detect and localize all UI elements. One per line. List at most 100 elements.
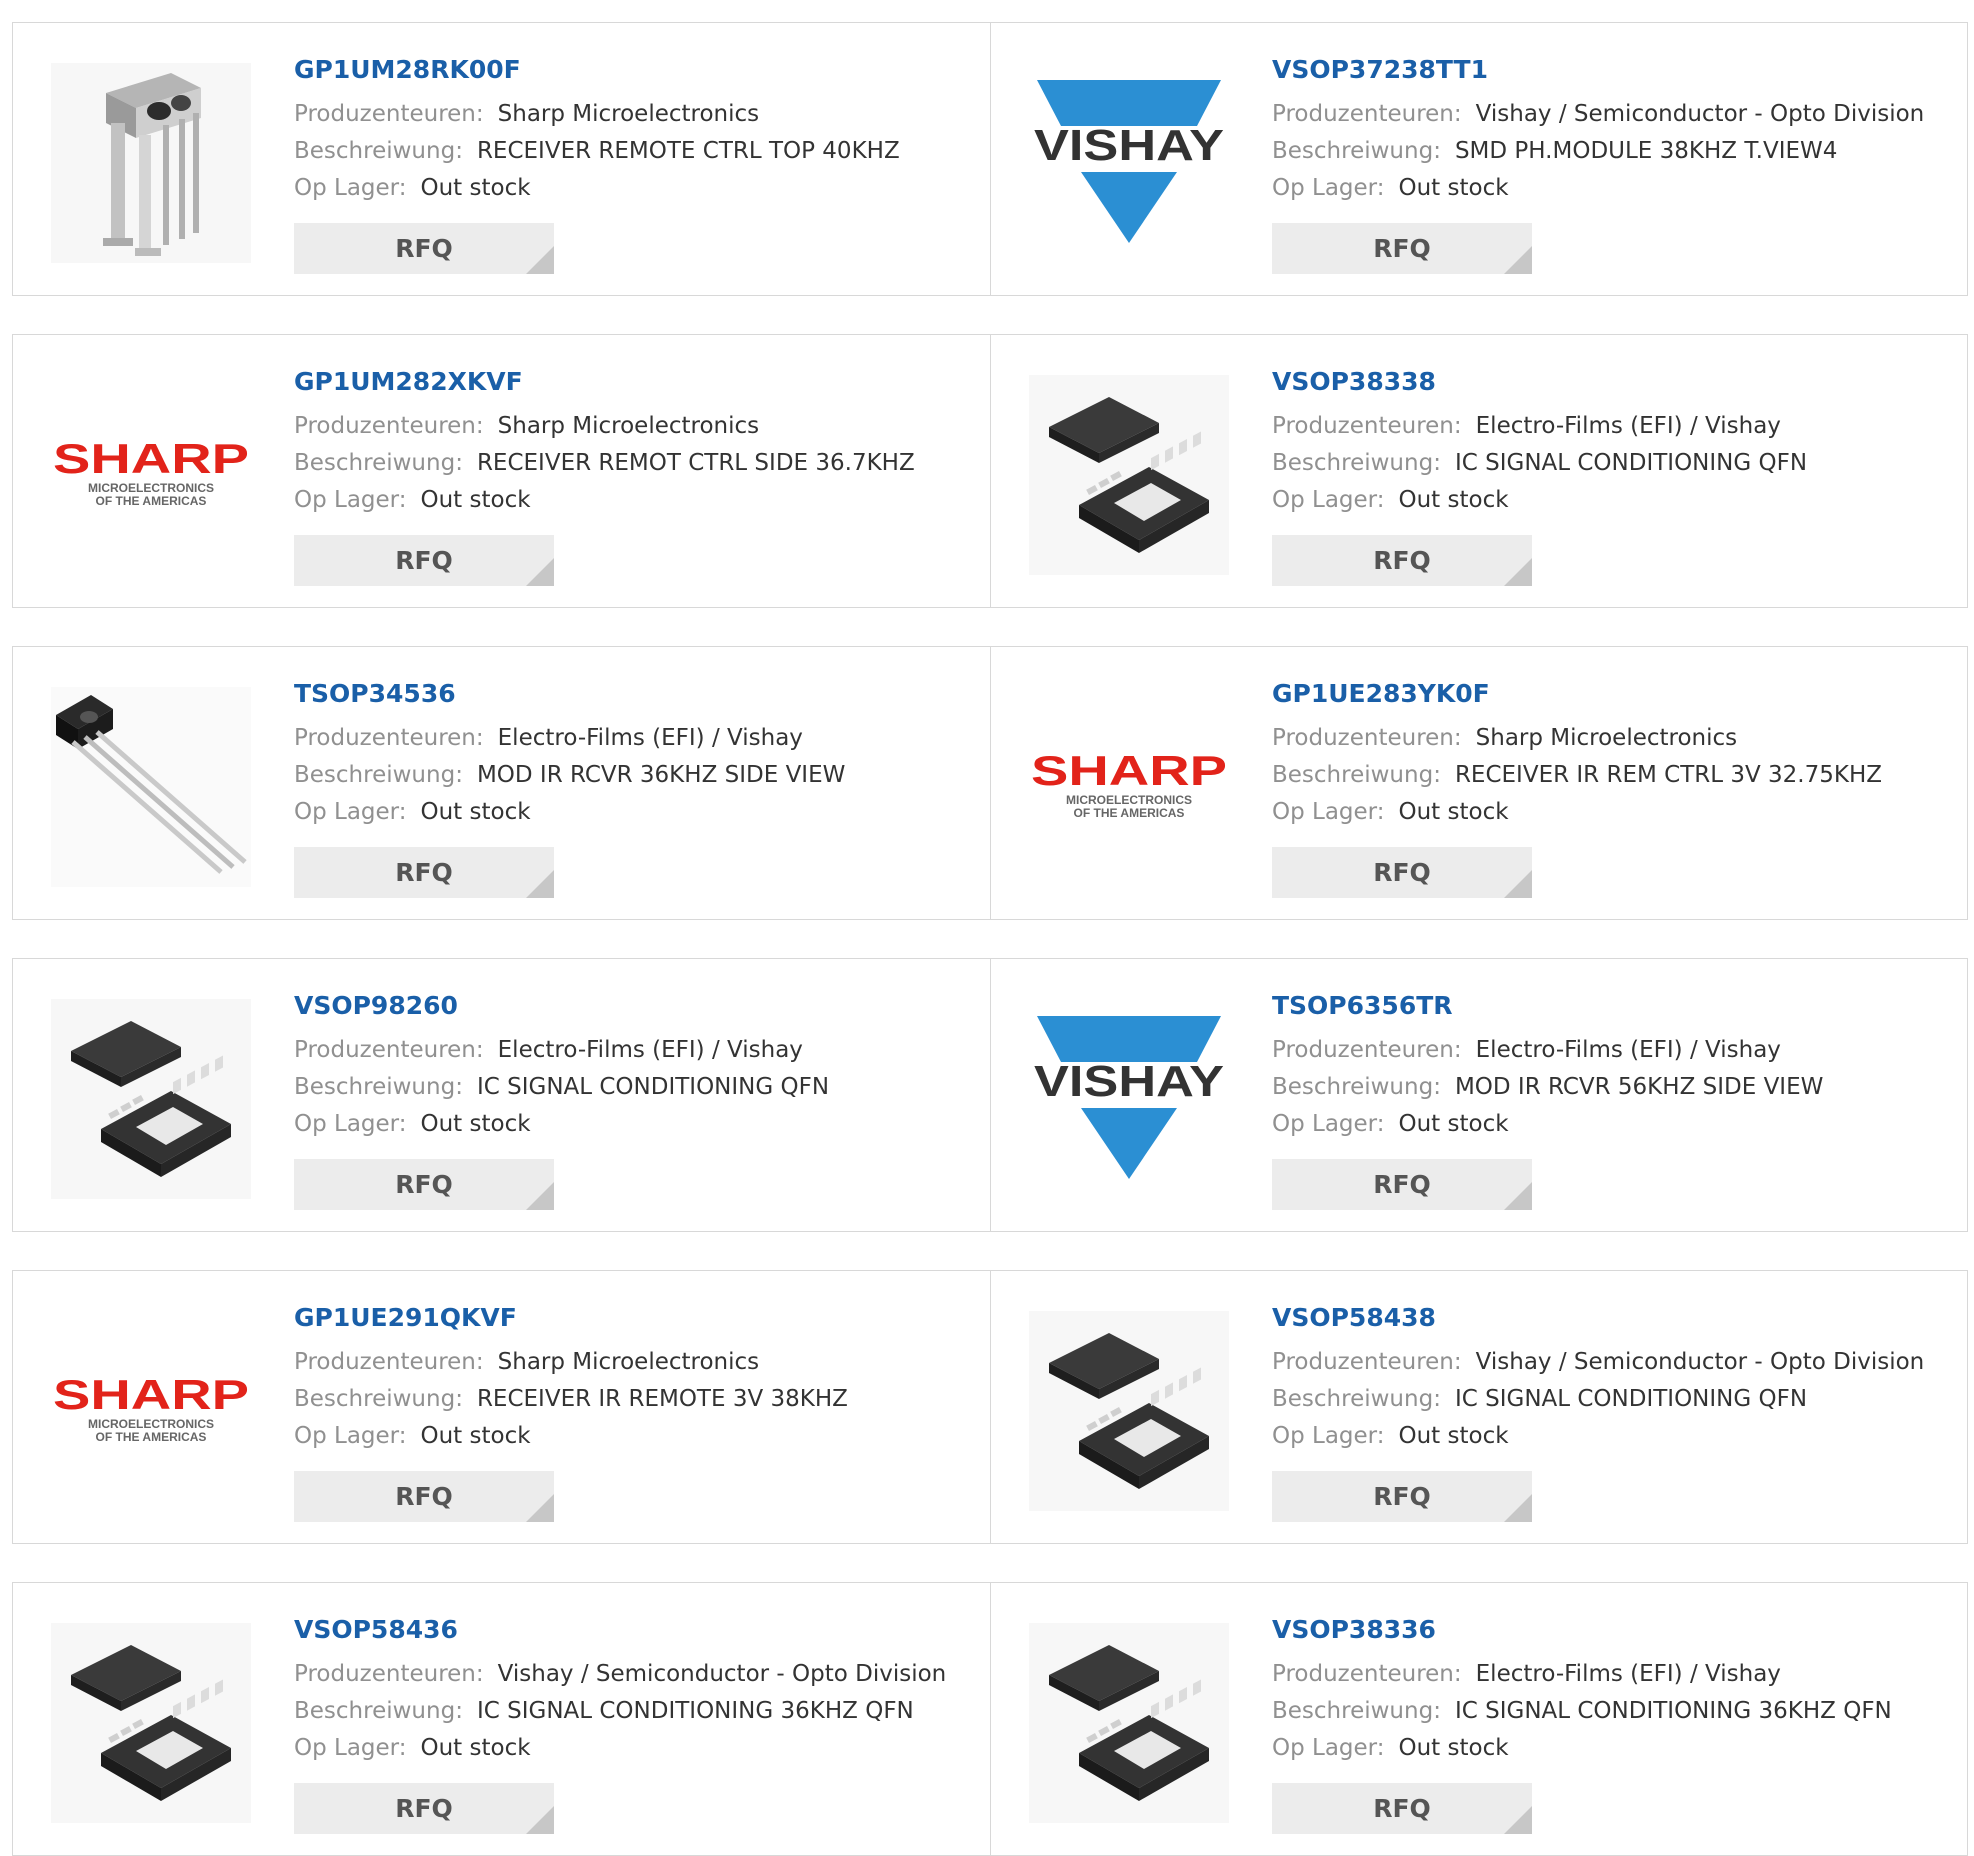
corner-triangle-icon: [1504, 1494, 1532, 1522]
corner-triangle-icon: [1504, 1806, 1532, 1834]
stock-row: Op Lager: Out stock: [1272, 170, 1957, 207]
corner-triangle-icon: [1504, 246, 1532, 274]
description-value: RECEIVER REMOT CTRL SIDE 36.7KHZ: [476, 450, 915, 476]
rfq-label: RFQ: [395, 234, 453, 263]
rfq-button[interactable]: RFQ: [1272, 223, 1532, 274]
part-number-link[interactable]: GP1UM282XKVF: [294, 365, 980, 399]
product-image[interactable]: SHARP MICROELECTRONICS OF THE AMERICAS: [51, 1311, 251, 1511]
product-image[interactable]: [51, 999, 251, 1199]
stock-row: Op Lager: Out stock: [1272, 1418, 1957, 1455]
description-value: IC SIGNAL CONDITIONING QFN: [1454, 1386, 1808, 1412]
manufacturer-row: Produzenteuren: Sharp Microelectronics: [294, 96, 980, 133]
rfq-button[interactable]: RFQ: [294, 1471, 554, 1522]
rfq-button[interactable]: RFQ: [294, 1159, 554, 1210]
rfq-label: RFQ: [1373, 1170, 1431, 1199]
rfq-label: RFQ: [395, 546, 453, 575]
rfq-label: RFQ: [395, 1482, 453, 1511]
manufacturer-value: Electro-Films (EFI) / Vishay: [1475, 1037, 1781, 1063]
product-image[interactable]: [51, 1623, 251, 1823]
product-image[interactable]: VISHAY: [1029, 999, 1229, 1199]
product-info: VSOP37238TT1 Produzenteuren: Vishay / Sem…: [1272, 53, 1957, 207]
part-number-link[interactable]: VSOP37238TT1: [1272, 53, 1957, 87]
rfq-button[interactable]: RFQ: [1272, 847, 1532, 898]
manufacturer-value: Sharp Microelectronics: [1475, 725, 1738, 751]
rfq-button[interactable]: RFQ: [1272, 1471, 1532, 1522]
stock-value: Out stock: [1398, 175, 1509, 201]
part-number-link[interactable]: GP1UE283YK0F: [1272, 677, 1957, 711]
manufacturer-row: Produzenteuren: Sharp Microelectronics: [294, 1344, 980, 1381]
product-image[interactable]: [51, 63, 251, 263]
stock-row: Op Lager: Out stock: [1272, 482, 1957, 519]
corner-triangle-icon: [1504, 1182, 1532, 1210]
description-value: IC SIGNAL CONDITIONING QFN: [476, 1074, 830, 1100]
rfq-button[interactable]: RFQ: [1272, 1783, 1532, 1834]
product-image[interactable]: [1029, 1623, 1229, 1823]
product-image[interactable]: SHARP MICROELECTRONICS OF THE AMERICAS: [51, 375, 251, 575]
stock-row: Op Lager: Out stock: [1272, 794, 1957, 831]
sharp-logo-sub1: MICROELECTRONICS: [1066, 793, 1192, 807]
stock-label: Op Lager:: [294, 1423, 407, 1449]
part-number-link[interactable]: GP1UM28RK00F: [294, 53, 980, 87]
product-card: SHARP MICROELECTRONICS OF THE AMERICAS G…: [13, 335, 990, 607]
ir-sensor-icon: [51, 687, 251, 887]
product-image[interactable]: VISHAY: [1029, 63, 1229, 263]
corner-triangle-icon: [526, 870, 554, 898]
product-info: TSOP6356TR Produzenteuren: Electro-Films …: [1272, 989, 1957, 1143]
product-card: VISHAY TSOP6356TR Produzenteuren: Electro…: [990, 959, 1967, 1231]
stock-label: Op Lager:: [1272, 487, 1385, 513]
qfn-chip-icon: [1029, 1311, 1229, 1511]
product-image[interactable]: SHARP MICROELECTRONICS OF THE AMERICAS: [1029, 687, 1229, 887]
rfq-button[interactable]: RFQ: [1272, 535, 1532, 586]
product-card: GP1UM28RK00F Produzenteuren: Sharp Microe…: [13, 23, 990, 295]
product-image[interactable]: [1029, 1311, 1229, 1511]
product-card: VSOP58438 Produzenteuren: Vishay / Semico…: [990, 1271, 1967, 1543]
description-label: Beschreiwung:: [1272, 762, 1441, 788]
product-info: VSOP38338 Produzenteuren: Electro-Films (…: [1272, 365, 1957, 519]
corner-triangle-icon: [1504, 558, 1532, 586]
corner-triangle-icon: [526, 1182, 554, 1210]
corner-triangle-icon: [526, 558, 554, 586]
manufacturer-label: Produzenteuren:: [294, 101, 484, 127]
corner-triangle-icon: [526, 1806, 554, 1834]
description-label: Beschreiwung:: [294, 138, 463, 164]
part-number-link[interactable]: VSOP58438: [1272, 1301, 1957, 1335]
rfq-button[interactable]: RFQ: [294, 847, 554, 898]
description-label: Beschreiwung:: [1272, 1386, 1441, 1412]
description-value: IC SIGNAL CONDITIONING QFN: [1454, 450, 1808, 476]
sharp-logo-sub2: OF THE AMERICAS: [96, 1430, 207, 1444]
rfq-button[interactable]: RFQ: [1272, 1159, 1532, 1210]
rfq-button[interactable]: RFQ: [294, 1783, 554, 1834]
description-row: Beschreiwung: IC SIGNAL CONDITIONING QFN: [294, 1069, 980, 1106]
ir-receiver-module-icon: [51, 63, 251, 263]
part-number-link[interactable]: VSOP38338: [1272, 365, 1957, 399]
product-card: TSOP34536 Produzenteuren: Electro-Films (…: [13, 647, 990, 919]
part-number-link[interactable]: VSOP38336: [1272, 1613, 1957, 1647]
rfq-label: RFQ: [1373, 234, 1431, 263]
part-number-link[interactable]: TSOP34536: [294, 677, 980, 711]
part-number-link[interactable]: TSOP6356TR: [1272, 989, 1957, 1023]
description-label: Beschreiwung:: [294, 1386, 463, 1412]
rfq-button[interactable]: RFQ: [294, 223, 554, 274]
stock-value: Out stock: [420, 1111, 531, 1137]
product-image[interactable]: [51, 687, 251, 887]
manufacturer-row: Produzenteuren: Electro-Films (EFI) / Vis…: [294, 1032, 980, 1069]
manufacturer-label: Produzenteuren:: [294, 1037, 484, 1063]
sharp-logo-icon: SHARP MICROELECTRONICS OF THE AMERICAS: [1031, 747, 1227, 820]
stock-label: Op Lager:: [294, 799, 407, 825]
part-number-link[interactable]: GP1UE291QKVF: [294, 1301, 980, 1335]
manufacturer-row: Produzenteuren: Vishay / Semiconductor - …: [1272, 1344, 1957, 1381]
rfq-button[interactable]: RFQ: [294, 535, 554, 586]
sharp-logo-sub2: OF THE AMERICAS: [1074, 806, 1185, 820]
product-info: VSOP98260 Produzenteuren: Electro-Films (…: [294, 989, 980, 1143]
part-number-link[interactable]: VSOP58436: [294, 1613, 980, 1647]
product-image[interactable]: [1029, 375, 1229, 575]
corner-triangle-icon: [1504, 870, 1532, 898]
product-row: SHARP MICROELECTRONICS OF THE AMERICAS G…: [12, 334, 1968, 608]
rfq-label: RFQ: [1373, 1482, 1431, 1511]
description-row: Beschreiwung: RECEIVER IR REMOTE 3V 38KHZ: [294, 1381, 980, 1418]
sharp-logo-icon: SHARP MICROELECTRONICS OF THE AMERICAS: [53, 1371, 249, 1444]
stock-label: Op Lager:: [1272, 1735, 1385, 1761]
part-number-link[interactable]: VSOP98260: [294, 989, 980, 1023]
manufacturer-value: Vishay / Semiconductor - Opto Division: [497, 1661, 947, 1687]
rfq-label: RFQ: [1373, 546, 1431, 575]
